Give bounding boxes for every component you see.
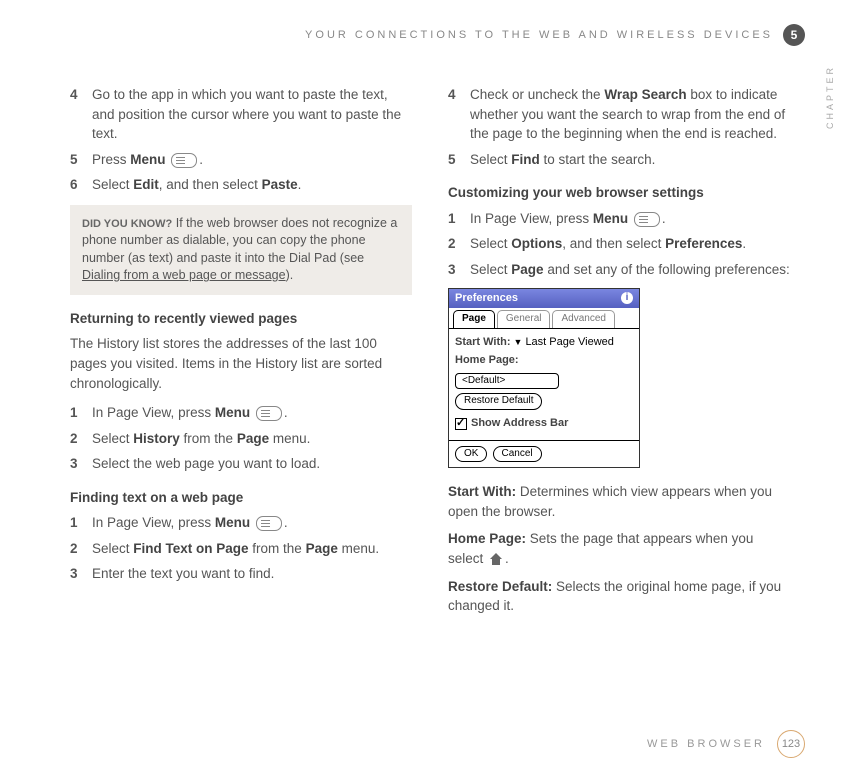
dropdown-icon: ▼ (514, 336, 523, 349)
section-title: Finding text on a web page (70, 488, 412, 508)
step-item: 5 Select Find to start the search. (448, 150, 790, 170)
callout-link: Dialing from a web page or message (82, 268, 286, 282)
step-text: Select Edit, and then select Paste. (92, 175, 412, 195)
tab-page: Page (453, 310, 495, 328)
pref-description: Home Page: Sets the page that appears wh… (448, 529, 790, 568)
restore-default-button: Restore Default (455, 393, 542, 410)
dialog-body: Start With: ▼ Last Page Viewed Home Page… (449, 329, 639, 440)
menu-icon (634, 212, 660, 227)
ok-button: OK (455, 446, 487, 463)
tab-advanced: Advanced (552, 310, 614, 328)
step-item: 4 Go to the app in which you want to pas… (70, 85, 412, 144)
section-title: Returning to recently viewed pages (70, 309, 412, 329)
section-intro: The History list stores the addresses of… (70, 334, 412, 393)
preferences-dialog: Preferences i Page General Advanced Star… (448, 288, 640, 469)
chapter-number-badge: 5 (783, 24, 805, 46)
step-item: 1 In Page View, press Menu . (70, 513, 412, 533)
main-content: 4 Go to the app in which you want to pas… (70, 85, 790, 624)
step-item: 1 In Page View, press Menu . (70, 403, 412, 423)
pref-description: Start With: Determines which view appear… (448, 482, 790, 521)
page-header: YOUR CONNECTIONS TO THE WEB AND WIRELESS… (305, 24, 805, 46)
show-address-row: Show Address Bar (455, 416, 633, 432)
did-you-know-callout: DID YOU KNOW? If the web browser does no… (70, 205, 412, 295)
cancel-button: Cancel (493, 446, 542, 463)
home-page-field: <Default> (455, 373, 559, 390)
tab-general: General (497, 310, 551, 328)
step-item: 6 Select Edit, and then select Paste. (70, 175, 412, 195)
step-item: 3 Enter the text you want to find. (70, 564, 412, 584)
home-page-label-row: Home Page: (455, 353, 633, 369)
step-item: 3 Select the web page you want to load. (70, 454, 412, 474)
chapter-side-label: CHAPTER (825, 65, 835, 129)
dialog-title: Preferences (455, 291, 518, 307)
footer-section: WEB BROWSER (647, 738, 765, 750)
page-number: 123 (777, 730, 805, 758)
info-icon: i (621, 292, 633, 304)
callout-label: DID YOU KNOW? (82, 218, 172, 230)
checkbox-icon (455, 418, 467, 430)
start-with-row: Start With: ▼ Last Page Viewed (455, 335, 633, 351)
menu-icon (256, 406, 282, 421)
menu-icon (256, 516, 282, 531)
left-column: 4 Go to the app in which you want to pas… (70, 85, 412, 624)
step-item: 1 In Page View, press Menu . (448, 209, 790, 229)
home-icon (489, 553, 503, 565)
menu-icon (171, 153, 197, 168)
running-title: YOUR CONNECTIONS TO THE WEB AND WIRELESS… (305, 29, 773, 41)
step-item: 3 Select Page and set any of the followi… (448, 260, 790, 280)
section-title: Customizing your web browser settings (448, 183, 790, 203)
step-item: 5 Press Menu . (70, 150, 412, 170)
step-text: Go to the app in which you want to paste… (92, 85, 412, 144)
step-item: 2 Select Options, and then select Prefer… (448, 234, 790, 254)
right-column: 4 Check or uncheck the Wrap Search box t… (448, 85, 790, 624)
step-item: 2 Select History from the Page menu. (70, 429, 412, 449)
pref-description: Restore Default: Selects the original ho… (448, 577, 790, 616)
page-footer: WEB BROWSER 123 (647, 730, 805, 758)
dialog-tabs: Page General Advanced (449, 310, 639, 329)
step-text: Press Menu . (92, 150, 412, 170)
step-item: 2 Select Find Text on Page from the Page… (70, 539, 412, 559)
step-item: 4 Check or uncheck the Wrap Search box t… (448, 85, 790, 144)
dialog-titlebar: Preferences i (449, 289, 639, 309)
dialog-footer: OK Cancel (449, 440, 639, 468)
